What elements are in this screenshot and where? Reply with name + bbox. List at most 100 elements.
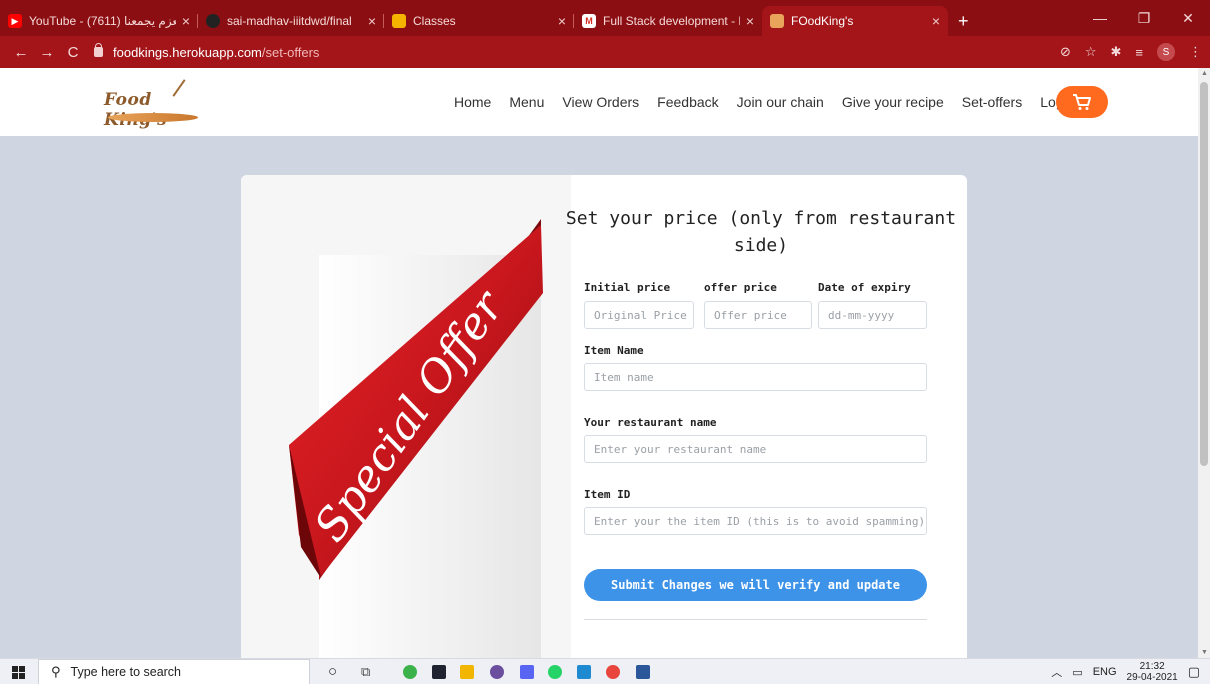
reading-list-icon[interactable]: ≡	[1135, 45, 1143, 60]
windows-taskbar: ⚲ Type here to search ○ ⧉ ︿ ▭ ENG 21:32 …	[0, 658, 1210, 684]
file-explorer-icon[interactable]	[460, 665, 474, 679]
tray-chevron-icon[interactable]: ︿	[1051, 664, 1062, 680]
battery-icon[interactable]: ▭	[1072, 666, 1082, 679]
offer-form: Set your price (only from restaurant sid…	[561, 175, 961, 665]
tab-youtube[interactable]: ▶ YouTube - العزم يجمعنا (7611) ×	[0, 6, 198, 36]
taskbar-search[interactable]: ⚲ Type here to search	[38, 659, 310, 684]
tab-label: FOodKing's	[791, 14, 854, 28]
browser-tab-strip: ▶ YouTube - العزم يجمعنا (7611) × sai-ma…	[0, 0, 1210, 36]
close-tab-icon[interactable]: ×	[746, 13, 754, 29]
clock[interactable]: 21:32 29-04-2021	[1127, 661, 1178, 683]
gmail-icon: M	[582, 14, 596, 28]
forward-icon[interactable]: →	[34, 44, 60, 61]
classroom-icon	[392, 14, 406, 28]
url-host: foodkings.herokuapp.com	[113, 44, 262, 60]
cart-icon	[1073, 94, 1091, 110]
menu-kebab-icon[interactable]: ⋮	[1189, 44, 1202, 60]
app-icon-1[interactable]	[403, 665, 417, 679]
nav-join-our-chain[interactable]: Join our chain	[737, 94, 824, 110]
minimize-icon[interactable]: —	[1078, 10, 1122, 26]
word-icon[interactable]	[636, 665, 650, 679]
tab-classes[interactable]: Classes ×	[384, 6, 574, 36]
terminal-icon[interactable]	[432, 665, 446, 679]
close-tab-icon[interactable]: ×	[932, 13, 940, 29]
lock-icon	[94, 43, 103, 57]
cart-button[interactable]	[1056, 86, 1108, 118]
system-tray: ︿ ▭ ENG 21:32 29-04-2021 ▢	[1051, 659, 1210, 684]
item-name-input[interactable]: Item name	[584, 363, 927, 391]
back-icon[interactable]: ←	[8, 44, 34, 61]
close-tab-icon[interactable]: ×	[368, 13, 376, 29]
clock-time: 21:32	[1139, 661, 1165, 672]
cortana-icon[interactable]: ○	[328, 663, 337, 680]
language-indicator[interactable]: ENG	[1093, 666, 1117, 678]
initial-price-input[interactable]: Original Price	[584, 301, 694, 329]
tab-label: Classes	[413, 14, 456, 28]
profile-avatar[interactable]: S	[1157, 43, 1175, 61]
item-name-label: Item Name	[584, 344, 644, 357]
nav-feedback[interactable]: Feedback	[657, 94, 718, 110]
scroll-up-icon[interactable]: ▲	[1201, 70, 1208, 77]
address-bar: ← → C foodkings.herokuapp.com/set-offers…	[0, 36, 1210, 68]
scroll-down-icon[interactable]: ▼	[1201, 649, 1208, 656]
scrollbar-thumb[interactable]	[1200, 82, 1208, 466]
clock-date: 29-04-2021	[1126, 672, 1178, 683]
extensions-icon[interactable]: ✱	[1111, 44, 1122, 60]
new-tab-button[interactable]: +	[958, 6, 969, 36]
vscode-icon[interactable]	[577, 665, 591, 679]
tab-label: YouTube - العزم يجمعنا (7611)	[29, 14, 176, 28]
chrome-icon[interactable]	[606, 665, 620, 679]
search-icon: ⚲	[51, 664, 61, 679]
tab-label: Full Stack development - Project	[603, 14, 740, 28]
windows-start-icon[interactable]	[12, 666, 25, 679]
taskbar-search-placeholder: Type here to search	[70, 665, 182, 679]
nav-menu[interactable]: Menu	[509, 94, 544, 110]
nav-set-offers[interactable]: Set-offers	[962, 94, 1022, 110]
task-view-icon[interactable]: ⧉	[361, 664, 370, 680]
github-icon	[206, 14, 220, 28]
nav-home[interactable]: Home	[454, 94, 491, 110]
tab-label: sai-madhav-iiitdwd/final	[227, 14, 352, 28]
browser-toolbar-icons: ⊘ ☆ ✱ ≡ S ⋮	[1060, 36, 1202, 68]
restaurant-name-input[interactable]: Enter your restaurant name	[584, 435, 927, 463]
close-tab-icon[interactable]: ×	[558, 13, 566, 29]
nav-view-orders[interactable]: View Orders	[562, 94, 639, 110]
expiry-date-label: Date of expiry	[818, 281, 911, 294]
url-field[interactable]: foodkings.herokuapp.com/set-offers	[94, 43, 319, 60]
initial-price-label: Initial price	[584, 281, 671, 294]
maximize-icon[interactable]: ❐	[1122, 10, 1166, 27]
restaurant-name-label: Your restaurant name	[584, 416, 717, 429]
offer-price-input[interactable]: Offer price	[704, 301, 812, 329]
nav-give-your-recipe[interactable]: Give your recipe	[842, 94, 944, 110]
submit-changes-button[interactable]: Submit Changes we will verify and update	[584, 569, 927, 601]
eye-off-icon[interactable]: ⊘	[1060, 44, 1071, 60]
bookmark-star-icon[interactable]: ☆	[1085, 44, 1097, 60]
special-offer-image: Special Offer	[241, 175, 571, 665]
notifications-icon[interactable]: ▢	[1188, 664, 1200, 680]
form-title-line-2: side)	[733, 235, 789, 256]
tab-gmail[interactable]: M Full Stack development - Project ×	[574, 6, 762, 36]
form-divider	[584, 619, 927, 620]
form-title-line-1: Set your price (only from restaurant	[565, 208, 957, 229]
youtube-icon: ▶	[8, 14, 22, 28]
discord-icon[interactable]	[520, 665, 534, 679]
whatsapp-icon[interactable]	[548, 665, 562, 679]
foodkings-logo[interactable]: Food King's	[104, 78, 200, 130]
window-controls: — ❐ ✕	[1078, 0, 1210, 36]
set-offer-card: Special Offer Set your price (only from …	[241, 175, 967, 665]
expiry-date-input[interactable]: dd-mm-yyyy	[818, 301, 927, 329]
site-header: Food King's Home Menu View Orders Feedba…	[0, 68, 1198, 136]
offer-price-label: offer price	[704, 281, 777, 294]
item-id-input[interactable]: Enter your the item ID (this is to avoid…	[584, 507, 927, 535]
reload-icon[interactable]: C	[60, 44, 86, 61]
foodkings-favicon-icon	[770, 14, 784, 28]
close-window-icon[interactable]: ✕	[1166, 10, 1210, 27]
tab-github[interactable]: sai-madhav-iiitdwd/final ×	[198, 6, 384, 36]
tab-foodkings[interactable]: FOodKing's ×	[762, 6, 948, 36]
form-title: Set your price (only from restaurant sid…	[561, 205, 961, 259]
main-nav: Home Menu View Orders Feedback Join our …	[454, 68, 1101, 136]
logo-text: Food King's	[104, 90, 167, 130]
page-scrollbar[interactable]: ▲ ▼	[1198, 68, 1210, 658]
app-icon-2[interactable]	[490, 665, 504, 679]
close-tab-icon[interactable]: ×	[182, 13, 190, 29]
